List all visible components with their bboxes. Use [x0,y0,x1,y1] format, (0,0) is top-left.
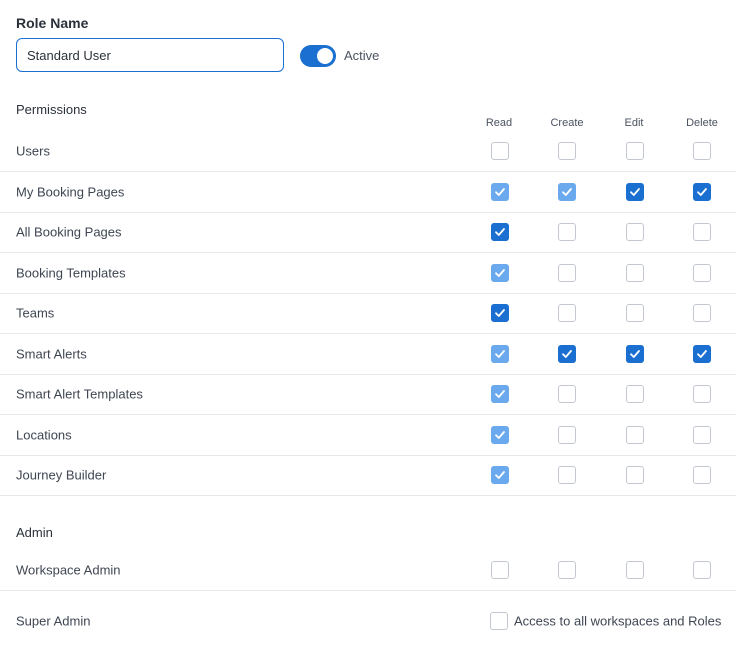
admin-row-workspace-admin: Workspace Admin [0,550,736,591]
create-checkbox[interactable] [558,223,576,241]
column-header-edit: Edit [624,117,644,129]
edit-checkbox[interactable] [626,142,644,160]
read-checkbox[interactable] [491,385,509,403]
permission-row: Users [0,131,736,172]
permission-row: Smart Alerts [0,334,736,375]
edit-checkbox[interactable] [626,182,644,201]
permission-row: Teams [0,293,736,334]
delete-checkbox[interactable] [693,263,711,282]
delete-checkbox[interactable] [693,182,711,201]
check-icon [495,471,505,479]
row-label: Workspace Admin [16,562,121,578]
admin-row-super-admin: Super Admin Access to all workspaces and… [0,601,736,641]
workspace-admin-read-checkbox[interactable] [491,561,509,579]
edit-checkbox[interactable] [626,425,644,444]
check-icon [495,430,505,439]
workspace-admin-edit-checkbox[interactable] [626,561,644,579]
workspace-admin-delete-checkbox[interactable] [693,561,711,579]
edit-checkbox[interactable] [626,223,644,241]
row-label: Booking Templates [16,265,126,280]
read-checkbox[interactable] [491,263,509,282]
check-icon [697,187,707,196]
check-icon [697,349,707,358]
edit-checkbox[interactable] [626,466,644,484]
edit-checkbox[interactable] [626,263,644,282]
check-icon [495,187,505,196]
row-label: Locations [16,427,72,442]
delete-checkbox[interactable] [693,223,711,241]
permission-row: All Booking Pages [0,212,736,253]
read-checkbox[interactable] [491,223,509,241]
delete-checkbox[interactable] [693,466,711,484]
delete-checkbox[interactable] [693,344,711,363]
row-label: My Booking Pages [16,184,125,199]
read-checkbox[interactable] [491,304,509,322]
create-checkbox[interactable] [558,142,576,160]
permissions-title: Permissions [16,102,87,117]
check-icon [495,390,505,398]
check-icon [495,349,505,358]
create-checkbox[interactable] [558,182,576,201]
row-label: Teams [16,305,55,321]
create-checkbox[interactable] [558,385,576,403]
row-label: Super Admin [16,613,91,629]
check-icon [495,228,505,236]
row-label: Journey Builder [16,467,107,483]
column-header-delete: Delete [686,117,718,129]
permission-row: Journey Builder [0,455,736,496]
delete-checkbox[interactable] [693,425,711,444]
permission-row: Smart Alert Templates [0,374,736,415]
row-label: Smart Alert Templates [16,386,143,402]
role-name-input[interactable] [16,38,284,72]
create-checkbox[interactable] [558,263,576,282]
admin-title: Admin [16,525,53,540]
permission-row: Locations [0,415,736,456]
edit-checkbox[interactable] [626,304,644,322]
role-name-label: Role Name [16,15,89,31]
row-label: Users [16,143,50,159]
create-checkbox[interactable] [558,466,576,484]
check-icon [630,349,640,358]
column-header-create: Create [550,117,584,129]
create-checkbox[interactable] [558,344,576,363]
edit-checkbox[interactable] [626,344,644,363]
row-label: Smart Alerts [16,346,87,361]
read-checkbox[interactable] [491,466,509,484]
read-checkbox[interactable] [491,344,509,363]
create-checkbox[interactable] [558,304,576,322]
delete-checkbox[interactable] [693,385,711,403]
check-icon [630,187,640,196]
delete-checkbox[interactable] [693,142,711,160]
active-toggle[interactable] [300,45,336,67]
column-header-read: Read [485,117,513,129]
check-icon [495,309,505,317]
permission-row: Booking Templates [0,253,736,294]
read-checkbox[interactable] [491,182,509,201]
read-checkbox[interactable] [491,425,509,444]
delete-checkbox[interactable] [693,304,711,322]
workspace-admin-create-checkbox[interactable] [558,561,576,579]
edit-checkbox[interactable] [626,385,644,403]
read-checkbox[interactable] [491,142,509,160]
super-admin-checkbox[interactable] [490,612,508,630]
create-checkbox[interactable] [558,425,576,444]
toggle-knob [317,48,333,64]
row-label: All Booking Pages [16,224,122,240]
super-admin-option-label: Access to all workspaces and Roles [514,613,722,629]
permission-row: My Booking Pages [0,172,736,213]
check-icon [562,187,572,196]
check-icon [495,268,505,277]
check-icon [562,349,572,358]
active-label: Active [344,48,380,63]
